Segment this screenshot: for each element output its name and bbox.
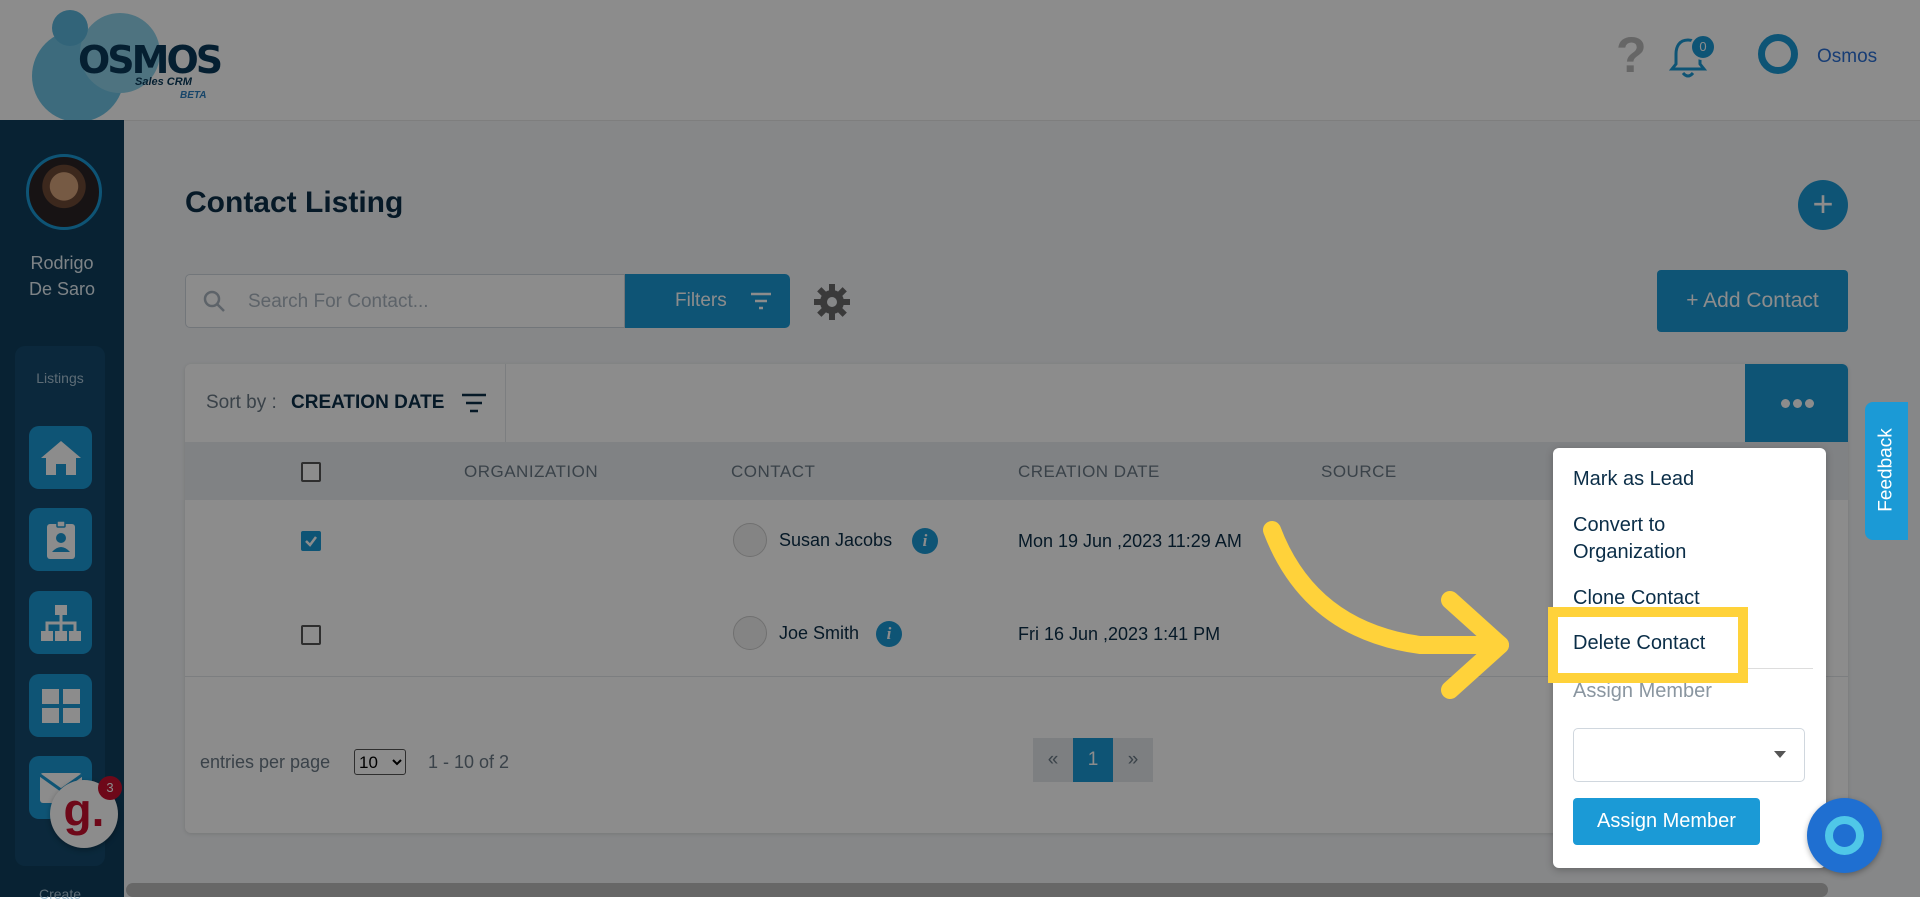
filters-label: Filters (675, 290, 727, 311)
contact-card-icon (46, 519, 75, 559)
filters-button[interactable]: Filters (625, 274, 790, 328)
column-header-creation-date[interactable]: CREATION DATE (1018, 462, 1160, 482)
sidebar-section-label: Listings (36, 370, 84, 386)
assign-member-button[interactable]: Assign Member (1573, 798, 1760, 845)
contact-name-link[interactable]: Susan Jacobs (779, 530, 892, 551)
add-contact-button[interactable]: + Add Contact (1657, 270, 1848, 332)
contact-name-link[interactable]: Joe Smith (779, 623, 859, 644)
sort-label: Sort by : (206, 392, 277, 413)
column-header-organization[interactable]: ORGANIZATION (464, 462, 598, 482)
notification-count-badge: 0 (1690, 34, 1716, 60)
profile-avatar[interactable] (26, 154, 102, 230)
chat-logo-icon (1825, 816, 1864, 855)
checkmark-icon (305, 536, 317, 547)
entries-per-page-select[interactable]: 10 (354, 749, 406, 775)
sidebar-item-contacts[interactable] (29, 508, 92, 571)
search-input[interactable] (246, 287, 610, 317)
assign-member-label: Assign Member (1573, 680, 1712, 702)
more-actions-button[interactable] (1745, 364, 1848, 442)
feedback-tab[interactable]: Feedback (1865, 402, 1908, 540)
column-header-contact[interactable]: CONTACT (731, 462, 815, 482)
menu-item-delete-contact[interactable]: Delete Contact (1573, 632, 1705, 655)
logo-subtitle: Sales CRM (135, 76, 192, 88)
sort-value[interactable]: CREATION DATE (291, 392, 444, 414)
contact-avatar-icon (733, 616, 767, 650)
user-avatar-icon[interactable] (1758, 34, 1798, 74)
top-bar: OSMOS Sales CRM BETA ? 0 Osmos (0, 0, 1920, 122)
sidebar-item-organizations[interactable] (29, 591, 92, 654)
sidebar-item-dashboard[interactable] (29, 674, 92, 737)
add-circle-button[interactable]: + (1798, 180, 1848, 230)
row-checkbox-checked[interactable] (301, 531, 321, 551)
assign-member-select[interactable] (1573, 728, 1805, 782)
search-icon (203, 290, 225, 312)
menu-item-mark-as-lead[interactable]: Mark as Lead (1573, 466, 1694, 493)
creation-date-cell: Mon 19 Jun ,2023 11:29 AM (1018, 531, 1242, 551)
horizontal-scrollbar[interactable] (126, 883, 1828, 897)
filter-icon (751, 292, 771, 310)
sidebar-item-home[interactable] (29, 426, 92, 489)
column-header-source[interactable]: SOURCE (1321, 462, 1397, 482)
osmos-logo[interactable]: OSMOS Sales CRM BETA (30, 8, 223, 122)
select-all-checkbox[interactable] (301, 462, 321, 482)
g-widget-count: 3 (98, 776, 122, 800)
sort-icon[interactable] (460, 392, 488, 414)
pagination: « 1 » (1033, 738, 1153, 782)
row-checkbox[interactable] (301, 625, 321, 645)
pagination-page-button[interactable]: 1 (1073, 738, 1113, 782)
sidebar-create-label: Create (38, 886, 82, 902)
pointer-arrow-icon (1263, 521, 1509, 699)
page-title: Contact Listing (185, 186, 404, 219)
contact-avatar-icon (733, 523, 767, 557)
question-icon[interactable]: ? (1616, 30, 1647, 80)
info-icon[interactable]: i (876, 621, 902, 647)
pagination-prev-button[interactable]: « (1033, 738, 1073, 782)
sidebar-user-name: Rodrigo De Saro (28, 253, 96, 299)
search-box (185, 274, 625, 328)
feedback-label: Feedback (1875, 428, 1897, 512)
info-icon[interactable]: i (912, 528, 938, 554)
chat-widget-button[interactable] (1807, 798, 1882, 873)
gear-icon[interactable] (812, 282, 852, 322)
logo-beta: BETA (180, 90, 207, 101)
grid-icon (41, 688, 80, 723)
chevron-down-icon (1774, 751, 1786, 758)
entries-per-page-label: entries per page (200, 752, 331, 772)
pagination-next-button[interactable]: » (1113, 738, 1153, 782)
creation-date-cell: Fri 16 Jun ,2023 1:41 PM (1018, 624, 1221, 644)
pagination-range: 1 - 10 of 2 (428, 752, 510, 772)
user-menu-name[interactable]: Osmos (1817, 46, 1877, 68)
menu-item-convert-to-organization[interactable]: Convert to Organization (1573, 512, 1773, 566)
home-icon (40, 440, 81, 475)
org-chart-icon (40, 604, 81, 641)
